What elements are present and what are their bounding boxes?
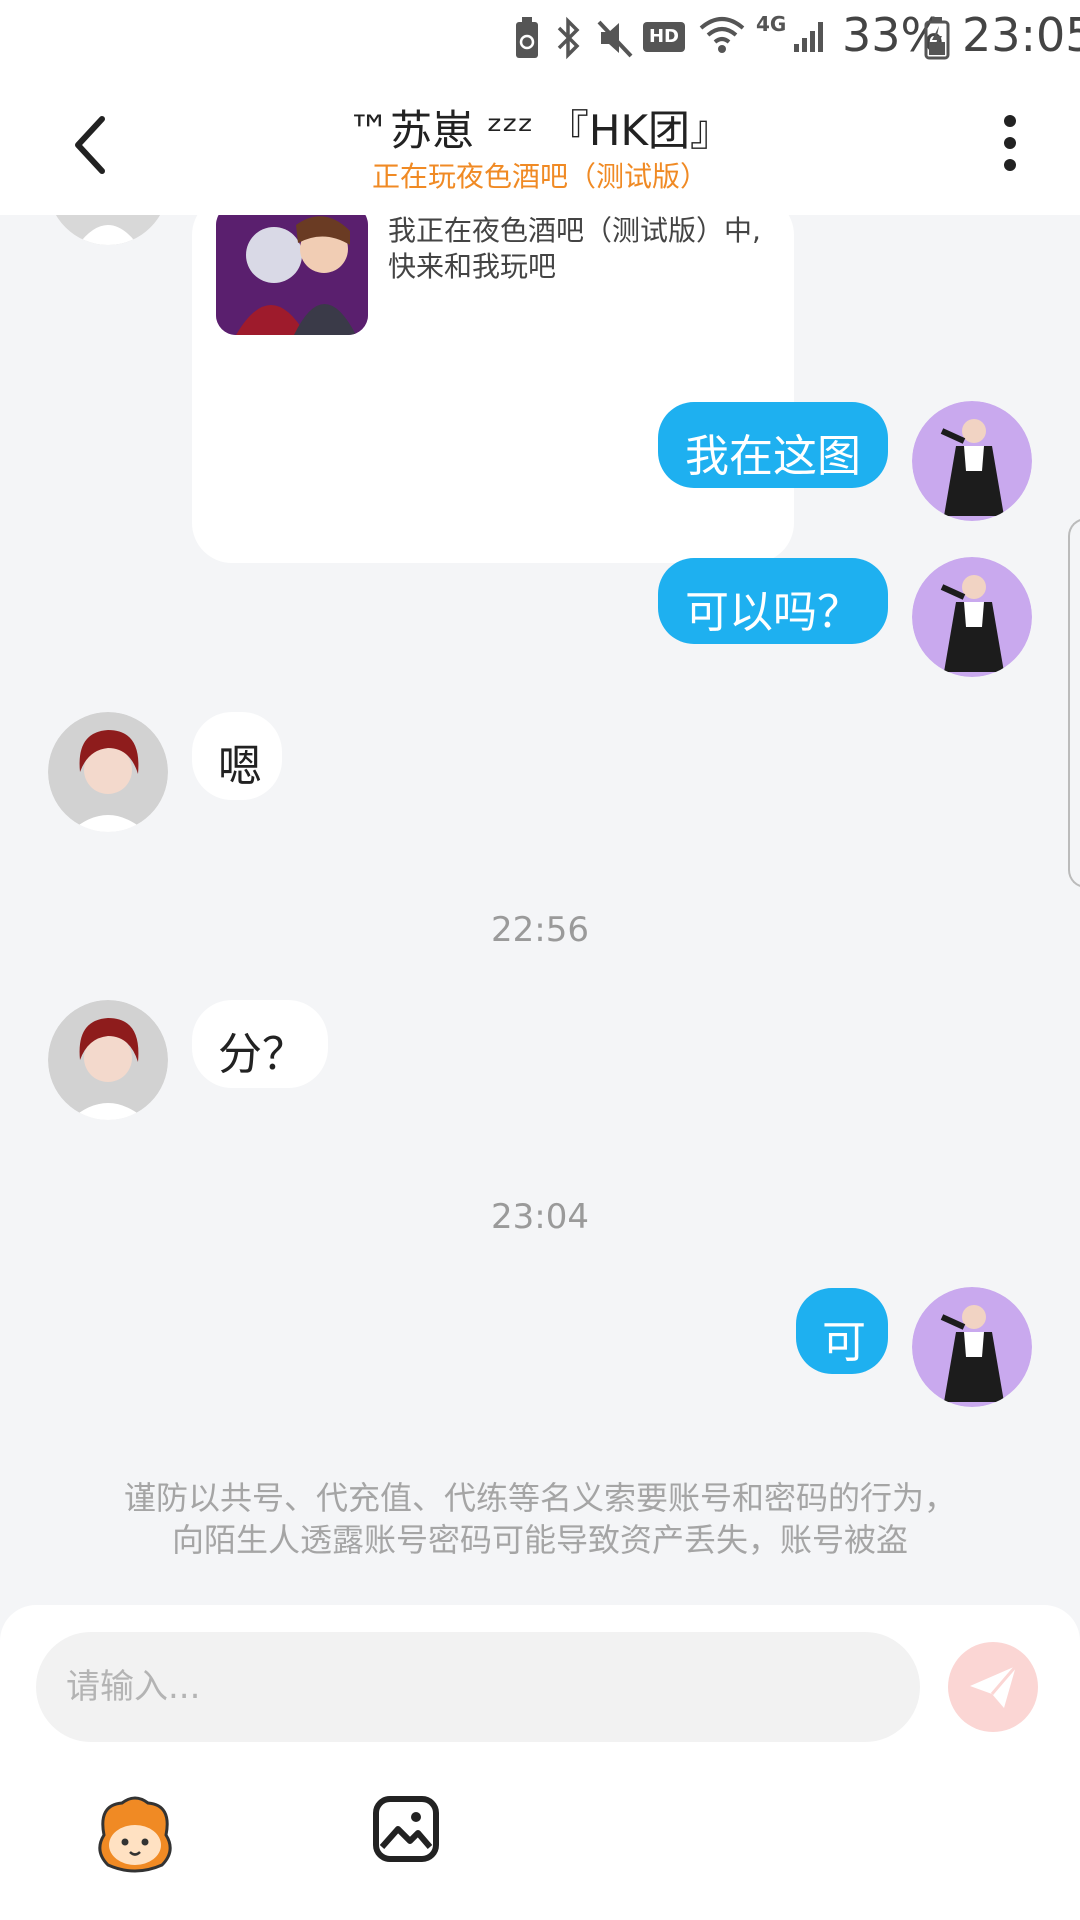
emoji-button[interactable] [92, 1795, 178, 1873]
contact-avatar[interactable] [48, 712, 168, 832]
send-button[interactable] [948, 1642, 1038, 1732]
my-avatar[interactable] [912, 557, 1032, 677]
security-warning: 谨防以共号、代充值、代练等名义索要账号和密码的行为， 向陌生人透露账号密码可能导… [60, 1477, 1020, 1561]
game-invite-card[interactable]: 我正在夜色酒吧（测试版）中,快来和我玩吧 [192, 215, 794, 563]
message-bubble-sent[interactable]: 可以吗？ [658, 558, 888, 644]
contact-name: ™苏崽 ᶻᶻᶻ 『HK团』 [348, 106, 732, 155]
more-options-button[interactable] [990, 115, 1030, 185]
battery-charging-icon [924, 17, 950, 60]
invite-text: 我正在夜色酒吧（测试版）中,快来和我玩吧 [388, 215, 761, 283]
bluetooth-icon [557, 16, 580, 60]
signal-icon [794, 22, 823, 52]
emoji-mascot-icon [98, 1796, 172, 1873]
more-vertical-icon [990, 115, 1030, 171]
message-bubble-sent[interactable]: 可 [796, 1288, 888, 1374]
security-warning-line1: 谨防以共号、代充值、代练等名义索要账号和密码的行为， [123, 1479, 956, 1517]
timestamp: 22:56 [491, 910, 589, 950]
my-avatar[interactable] [912, 401, 1032, 521]
network-type-label: 4G [756, 12, 787, 36]
message-input[interactable] [36, 1632, 920, 1742]
side-drawer-handle[interactable] [1068, 518, 1080, 888]
game-thumbnail [216, 215, 368, 335]
status-bar: HD 4G 33% 23:05 [0, 0, 1080, 75]
message-bubble-received[interactable]: 分？ [192, 1000, 328, 1088]
battery-saver-icon [516, 17, 538, 58]
wifi-icon [699, 17, 745, 53]
contact-avatar[interactable] [48, 215, 168, 245]
send-icon [970, 1665, 1018, 1708]
message-list[interactable]: 我正在夜色酒吧（测试版）中,快来和我玩吧 我在这图 可以吗？ 嗯 22:56 分… [0, 215, 1080, 1605]
security-warning-line2: 向陌生人透露账号密码可能导致资产丢失，账号被盗 [171, 1521, 908, 1559]
message-bubble-received[interactable]: 嗯 [192, 712, 282, 800]
chat-header: ™苏崽 ᶻᶻᶻ 『HK团』 正在玩夜色酒吧（测试版） [0, 75, 1080, 215]
message-bubble-sent[interactable]: 我在这图 [658, 402, 888, 488]
input-bar [0, 1605, 1080, 1920]
mute-icon [597, 20, 633, 58]
my-avatar[interactable] [912, 1287, 1032, 1407]
contact-avatar[interactable] [48, 1000, 168, 1120]
hd-icon: HD [643, 22, 685, 52]
image-icon [373, 1796, 439, 1862]
contact-status: 正在玩夜色酒吧（测试版） [371, 160, 708, 193]
timestamp: 23:04 [491, 1197, 589, 1237]
clock: 23:05 [962, 8, 1080, 62]
image-button[interactable] [372, 1795, 440, 1863]
